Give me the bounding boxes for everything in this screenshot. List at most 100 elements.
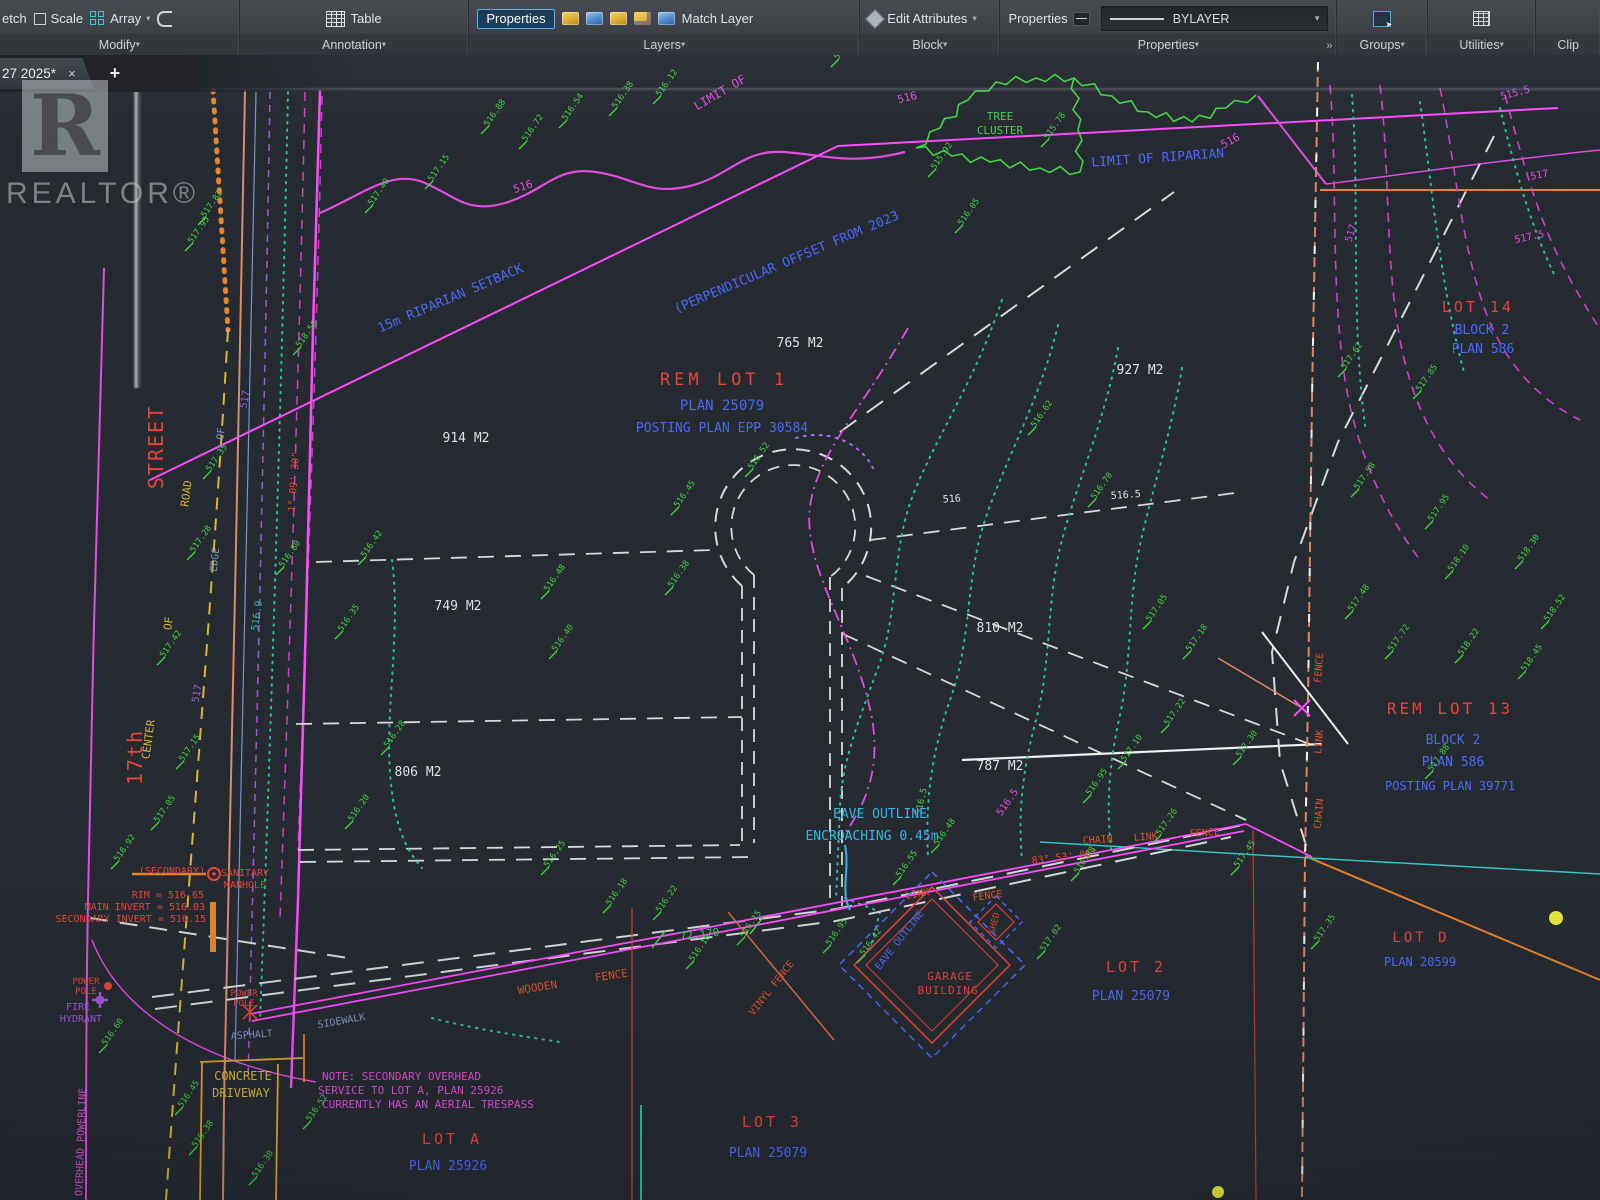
properties-button[interactable]: Properties — [1008, 11, 1089, 26]
fence-label: FENCE — [1189, 827, 1220, 840]
file-tab-bar: 27 2025* × + — [0, 55, 360, 92]
area-label: 749 M2 — [435, 599, 482, 614]
utility-label: SANITARY — [221, 868, 269, 879]
layer-state-icon[interactable] — [562, 12, 579, 25]
stretch-label: etch — [2, 11, 27, 26]
properties-label: Properties — [1008, 11, 1067, 26]
street-label: OF — [215, 427, 227, 440]
ribbon-panel-modify: etch Scale Array Modify — [0, 0, 240, 55]
stretch-button[interactable]: etch — [2, 11, 27, 26]
color-swatch-icon — [1073, 12, 1090, 26]
area-label: 806 M2 — [395, 765, 442, 780]
layer-isolate-icon[interactable] — [586, 12, 603, 25]
utility-label: FIRE — [66, 1002, 90, 1013]
layer-off-icon[interactable] — [658, 12, 675, 25]
lot-label: POSTING PLAN 39771 — [1385, 779, 1515, 793]
ribbon-toolbar: etch Scale Array Modify Table Annotation… — [0, 0, 1600, 55]
linetype-sample-icon — [1110, 18, 1164, 20]
lot-label: BLOCK 2 — [1455, 323, 1510, 338]
utility-label: MAIN INVERT = 516.03 — [85, 902, 205, 913]
building-label: EAVE OUTLINE — [833, 807, 927, 822]
groups-panel-label: Groups — [1360, 38, 1401, 52]
lot-label: PLAN 25926 — [409, 1159, 487, 1174]
table-label: Table — [350, 11, 381, 26]
clip-panel-label: Clip — [1557, 38, 1579, 52]
close-tab-icon[interactable]: × — [68, 66, 76, 81]
utility-label: MANHOLE — [224, 880, 266, 891]
fence-label: LINK — [1313, 729, 1326, 754]
building-label: DRIVEWAY — [212, 1086, 271, 1100]
modify-panel-label: Modify — [99, 38, 136, 52]
new-tab-button[interactable]: + — [110, 63, 121, 84]
building-label: GARAGE — [927, 970, 973, 983]
utilities-grid-icon[interactable] — [1473, 11, 1490, 26]
lot-label: REM LOT 1 — [660, 370, 788, 390]
linetype-value: BYLAYER — [1173, 12, 1230, 26]
lot-label: LOT A — [422, 1130, 482, 1148]
scale-button[interactable]: Scale — [34, 11, 84, 26]
lot-label: PLAN 25079 — [680, 398, 764, 414]
properties-panel-label: Properties — [1138, 38, 1195, 52]
layer-properties-button[interactable]: Properties — [477, 9, 554, 29]
utility-label: (SECONDARY) — [139, 866, 205, 877]
edit-attributes-label: Edit Attributes — [887, 11, 967, 26]
utility-label: POLE — [233, 999, 255, 1009]
table-button[interactable]: Table — [326, 11, 381, 27]
block-panel-title[interactable]: Block — [860, 34, 999, 55]
lot-label: LOT 3 — [742, 1113, 802, 1131]
lot-label: POSTING PLAN EPP 30584 — [636, 421, 808, 436]
area-label: 787 M2 — [977, 759, 1024, 774]
panel-expander-icon[interactable]: » — [1326, 40, 1332, 52]
ribbon-panel-utilities: Utilities — [1428, 0, 1536, 55]
power-pole-symbol — [104, 982, 112, 990]
note-line: CURRENTLY HAS AN AERIAL TRESPASS — [322, 1098, 534, 1111]
groups-panel-title[interactable]: Groups — [1337, 34, 1427, 55]
area-label: 765 M2 — [777, 336, 824, 351]
match-layer-button[interactable]: Match Layer — [682, 11, 754, 26]
layer-freeze-icon[interactable] — [610, 12, 627, 25]
modify-panel-title[interactable]: Modify — [0, 34, 239, 55]
scale-icon — [34, 13, 46, 25]
lot-label: PLAN 25079 — [729, 1146, 807, 1161]
array-button[interactable]: Array — [90, 11, 150, 26]
note-line: SERVICE TO LOT A, PLAN 25926 — [318, 1084, 503, 1097]
drawing-file-tab[interactable]: 27 2025* × — [0, 58, 94, 89]
street-label: OF — [161, 616, 176, 631]
clip-panel-title[interactable]: Clip — [1536, 34, 1600, 55]
building-label: ENCROACHING 0.45m — [805, 829, 938, 844]
utility-label: POLE — [75, 987, 97, 997]
group-selection-icon[interactable] — [1373, 11, 1391, 27]
lot-label: PLAN 25079 — [1092, 989, 1170, 1004]
building-label: CLUSTER — [977, 124, 1024, 137]
lot-label: LOT 14 — [1442, 298, 1514, 316]
utilities-panel-title[interactable]: Utilities — [1428, 34, 1535, 55]
lot-label: BLOCK 2 — [1426, 733, 1481, 748]
properties-panel-title[interactable]: Properties — [1000, 34, 1336, 55]
linetype-select[interactable]: BYLAYER ▾ — [1101, 6, 1329, 31]
area-label: 914 M2 — [443, 431, 490, 446]
array-label: Array — [110, 11, 141, 26]
lot-label: LOT D — [1392, 930, 1449, 946]
utility-label: POWER — [72, 977, 100, 987]
area-label: 927 M2 — [1117, 363, 1164, 378]
lot-label: PLAN 586 — [1452, 342, 1515, 357]
spline-edit-icon[interactable] — [157, 11, 172, 27]
layers-panel-title[interactable]: Layers — [469, 34, 859, 55]
lot-label: REM LOT 13 — [1387, 699, 1513, 718]
annotation-panel-title[interactable]: Annotation — [240, 34, 469, 55]
lot-label: LOT 2 — [1106, 958, 1166, 976]
block-panel-label: Block — [912, 38, 943, 52]
layer-lock-icon[interactable] — [634, 12, 651, 25]
layers-panel-label: Layers — [643, 38, 681, 52]
annotation-panel-label: Annotation — [322, 38, 382, 52]
match-layer-label: Match Layer — [682, 11, 754, 26]
contour-label: 516 — [942, 493, 961, 505]
edit-attributes-button[interactable]: Edit Attributes — [868, 11, 977, 26]
table-icon — [326, 11, 345, 27]
utility-label: POWER — [230, 989, 258, 999]
ribbon-panel-properties: Properties BYLAYER ▾ Properties » — [1000, 0, 1337, 55]
ribbon-panel-clip: Clip — [1536, 0, 1600, 55]
note-line: NOTE: SECONDARY OVERHEAD — [322, 1070, 481, 1083]
cad-viewport[interactable]: REM LOT 1 PLAN 25079 POSTING PLAN EPP 3058… — [0, 0, 1600, 1200]
building-label: BUILDING — [918, 984, 979, 997]
